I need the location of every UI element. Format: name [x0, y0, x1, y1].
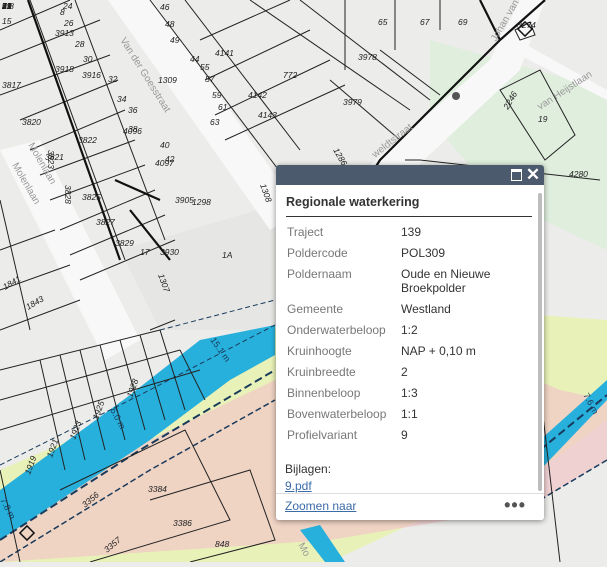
attribute-key: Kruinhoogte	[287, 344, 352, 358]
parcel-number: 63	[210, 117, 220, 127]
attribute-key: Poldernaam	[287, 267, 352, 281]
parcel-number: 3918	[55, 64, 74, 74]
attribute-row: Gemeente Westland	[287, 302, 544, 316]
parcel-number: 1309	[158, 75, 177, 85]
parcel-number: 3827	[96, 217, 115, 227]
parcel-number: 49	[170, 35, 180, 45]
parcel-number: 3979	[343, 97, 362, 107]
attribute-row: Profielvariant 9	[287, 428, 544, 442]
parcel-number: 9	[2, 1, 7, 11]
parcel-number: 3820	[22, 117, 41, 127]
parcel-number: 3384	[148, 484, 167, 494]
attribute-key: Profielvariant	[287, 428, 358, 442]
parcel-number: 26	[63, 18, 74, 28]
parcel-number: 3828	[63, 185, 73, 204]
attribute-row: Bovenwaterbeloop 1:1	[287, 407, 544, 421]
parcel-number: 65	[378, 17, 388, 27]
attribute-key: Onderwaterbeloop	[287, 323, 386, 337]
parcel-number: 848	[215, 539, 229, 549]
parcel-number: 3978	[358, 52, 377, 62]
attribute-key: Poldercode	[287, 246, 348, 260]
attribute-value: 2	[401, 365, 408, 379]
parcel-number: 3386	[173, 518, 192, 528]
parcel-number: 30	[83, 54, 93, 64]
parcel-number: 3823	[46, 150, 56, 169]
attribute-key: Bovenwaterbeloop	[287, 407, 387, 421]
parcel-number: 4141	[215, 48, 234, 58]
close-icon[interactable]: ✕	[525, 166, 541, 183]
parcel-number: 36	[128, 105, 138, 115]
parcel-number: 772	[283, 70, 297, 80]
parcel-number: 34	[117, 94, 127, 104]
parcel-number: 38	[128, 124, 138, 134]
attribute-value: 9	[401, 428, 408, 442]
more-options-icon[interactable]: •••	[504, 495, 526, 516]
parcel-number: 17	[140, 247, 150, 257]
attribute-row: Traject 139	[287, 225, 544, 239]
attribute-value: 1:1	[401, 407, 418, 421]
parcel-number: 19	[538, 114, 548, 124]
parcel-number: 3825	[82, 192, 101, 202]
parcel-number: 4280	[569, 169, 588, 179]
attribute-row: Kruinhoogte NAP + 0,10 m	[287, 344, 544, 358]
attribute-key: Traject	[287, 225, 324, 239]
parcel-number: 4143	[258, 110, 277, 120]
popup-title: Regionale waterkering	[286, 195, 532, 217]
attribute-value: Westland	[401, 302, 451, 316]
parcel-number: 3274	[517, 20, 536, 30]
attribute-value: 139	[401, 225, 422, 239]
parcel-number: 32	[108, 74, 118, 84]
parcel-number: 57	[205, 74, 215, 84]
parcel-number: 69	[458, 17, 468, 27]
attribute-row: Poldernaam Oude en Nieuwe Broekpolder	[287, 267, 544, 295]
parcel-number: 24	[62, 1, 73, 11]
parcel-number: 15	[2, 16, 12, 26]
parcel-number: 61	[218, 102, 228, 112]
popup-header: ✕	[276, 165, 544, 185]
parcel-number: 3930	[160, 247, 179, 257]
attachments: Bijlagen: 9.pdf	[285, 462, 544, 493]
attribute-value: 1:3	[401, 386, 418, 400]
attribute-table: Traject 139 Poldercode POL309 Poldernaam Oude…	[287, 225, 544, 442]
maximize-icon[interactable]	[508, 167, 524, 183]
attribute-value: Oude en Nieuwe Broekpolder	[401, 267, 491, 295]
parcel-number: 3822	[78, 135, 97, 145]
popup-footer: Zoomen naar •••	[276, 493, 544, 520]
parcel-number: 3829	[115, 238, 134, 248]
parcel-number: 4142	[248, 90, 267, 100]
attribute-row: Poldercode POL309	[287, 246, 544, 260]
parcel-number: 44	[190, 54, 200, 64]
parcel-number: 1298	[192, 197, 211, 207]
attribute-row: Binnenbeloop 1:3	[287, 386, 544, 400]
parcel-number: 40	[160, 140, 170, 150]
parcel-number: 28	[74, 39, 85, 49]
parcel-number: 48	[165, 19, 175, 29]
attachment-link[interactable]: 9.pdf	[285, 479, 544, 493]
parcel-number: 1A	[222, 250, 233, 260]
feature-popup: ✕ Regionale waterkering Traject 139 Polder…	[276, 165, 544, 520]
attribute-value: POL309	[401, 246, 446, 260]
attribute-value: 1:2	[401, 323, 418, 337]
zoom-to-link[interactable]: Zoomen naar	[285, 499, 356, 513]
attachments-label: Bijlagen:	[285, 462, 332, 476]
parcel-number: 46	[160, 2, 170, 12]
point-marker	[452, 92, 460, 100]
attribute-key: Binnenbeloop	[287, 386, 361, 400]
parcel-number: 3817	[2, 80, 21, 90]
parcel-number: 55	[200, 62, 210, 72]
attribute-row: Kruinbreedte 2	[287, 365, 544, 379]
parcel-number: 59	[212, 90, 222, 100]
attribute-key: Kruinbreedte	[287, 365, 356, 379]
parcel-number: 42	[165, 154, 175, 164]
attribute-key: Gemeente	[287, 302, 344, 316]
popup-scrollbar[interactable]	[538, 193, 542, 491]
parcel-number: 3913	[55, 28, 74, 38]
attribute-value: NAP + 0,10 m	[401, 344, 476, 358]
attribute-row: Onderwaterbeloop 1:2	[287, 323, 544, 337]
parcel-number: 67	[420, 17, 430, 27]
parcel-number: 3916	[82, 70, 101, 80]
